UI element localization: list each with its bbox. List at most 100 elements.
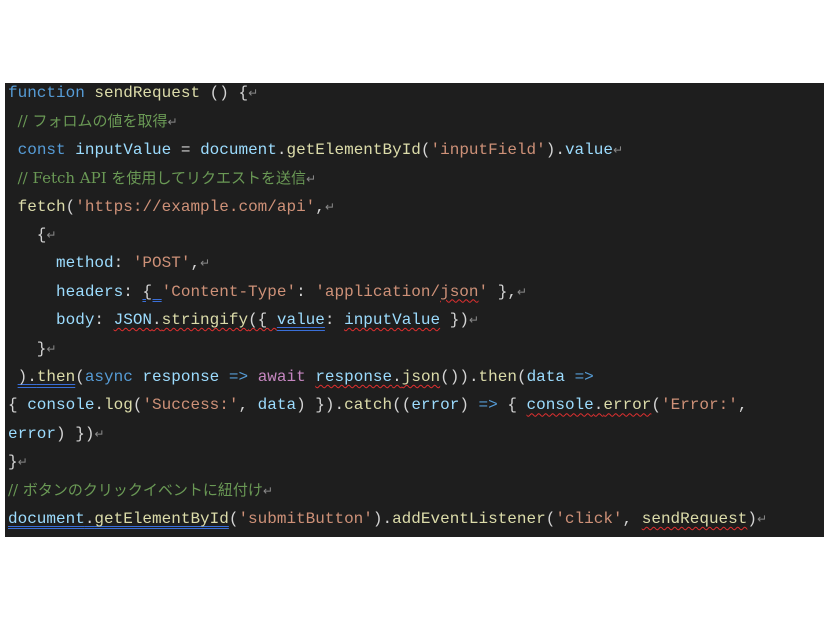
code-token: ). [17, 367, 37, 386]
code-token: body [56, 311, 95, 330]
code-token: ( [228, 509, 239, 528]
code-token: : [296, 282, 316, 301]
code-token: console [526, 396, 594, 415]
code-token: . [593, 396, 604, 415]
paragraph-return-icon: ↵ [612, 142, 624, 157]
code-line: // ボタンのクリックイベントに紐付け↵ [8, 476, 767, 504]
code-token: ()). [440, 367, 479, 386]
code-token: 'Content-Type' [161, 282, 297, 301]
code-token: 'Error:' [661, 396, 738, 415]
code-token: 'submitButton' [238, 509, 373, 528]
code-line: ).then ( async response => await response.… [8, 363, 767, 391]
code-token: , [737, 396, 748, 415]
code-token: document [200, 140, 277, 159]
code-token: addEventListener [392, 509, 546, 528]
paragraph-return-icon: ↵ [200, 256, 211, 271]
code-token: ( [545, 509, 556, 528]
paragraph-return-icon: ↵ [46, 227, 57, 242]
code-token: } [8, 453, 18, 472]
code-token: ( [65, 197, 76, 216]
code-token: headers [56, 282, 124, 301]
code-token: await [257, 367, 306, 386]
code-line: {↵ [8, 221, 767, 249]
code-token: then [36, 367, 76, 386]
code-token: // フォロムの値を取得 [17, 112, 168, 131]
code-token: . [392, 367, 402, 386]
code-token: method [56, 254, 114, 273]
paragraph-return-icon: ↵ [516, 284, 527, 299]
code-token: ({ [248, 311, 277, 330]
code-token: => [228, 367, 249, 386]
code-token: json [440, 282, 479, 301]
code-token: // Fetch API を使用してリクエストを送信 [17, 169, 306, 188]
code-token: ) [747, 509, 757, 528]
code-token: getElementById [286, 140, 421, 159]
code-token: data [526, 367, 565, 386]
code-token: 'POST' [132, 254, 191, 273]
code-token: , [238, 396, 258, 415]
code-token: inputValue [75, 140, 172, 159]
code-token: // ボタンのクリックイベントに紐付け [8, 481, 263, 500]
code-token: fetch [17, 197, 66, 216]
code-token: const [17, 140, 66, 159]
code-line: }↵ [8, 448, 767, 476]
code-line: headers: { 'Content-Type': 'application/… [8, 278, 767, 306]
code-lines: function sendRequest () {↵ // フォロムの値を取得↵… [8, 83, 767, 533]
code-token: 'Success:' [142, 396, 239, 415]
code-line: const inputValue = document.getElementBy… [8, 136, 767, 164]
code-token: }, [488, 282, 517, 301]
code-token: . [152, 311, 162, 330]
code-token: ) [459, 396, 479, 415]
paragraph-return-icon: ↵ [248, 86, 259, 100]
code-token: ( [516, 367, 527, 386]
code-token: (( [392, 396, 412, 415]
code-token: 'https://example.com/api' [75, 197, 316, 216]
code-token: . [84, 509, 95, 528]
code-token: console [27, 396, 95, 415]
code-token: ( [132, 396, 143, 415]
code-token: async [84, 367, 133, 386]
code-token: JSON [113, 311, 153, 330]
code-token: { [497, 396, 527, 415]
code-token: log [104, 396, 133, 415]
code-line: method: 'POST',↵ [8, 249, 767, 277]
paragraph-return-icon: ↵ [167, 115, 178, 130]
paragraph-return-icon: ↵ [46, 341, 57, 356]
code-token: => [574, 367, 594, 386]
code-token: response [142, 367, 220, 386]
code-token: json [401, 367, 441, 386]
code-line: document.getElementById('submitButton').… [8, 505, 767, 533]
code-token: { [142, 282, 162, 301]
code-line: fetch('https://example.com/api',↵ [8, 193, 767, 221]
code-token: : [324, 311, 345, 330]
paragraph-return-icon: ↵ [305, 172, 317, 187]
code-line: body: JSON.stringify({ value: inputValue… [8, 306, 767, 334]
code-token: : [113, 254, 133, 273]
paragraph-return-icon: ↵ [17, 455, 28, 470]
code-token: } [8, 339, 47, 358]
code-token: response [315, 367, 393, 386]
code-token: }) [440, 311, 469, 330]
code-token: { [8, 225, 47, 244]
paragraph-return-icon: ↵ [262, 484, 273, 499]
code-token: , [190, 254, 201, 273]
code-token: stringify [161, 311, 249, 330]
code-token: ). [545, 140, 565, 159]
code-token: sendRequest [94, 84, 201, 102]
code-token: () { [200, 84, 249, 102]
code-block: function sendRequest () {↵ // フォロムの値を取得↵… [5, 83, 824, 537]
code-token: value [276, 311, 325, 330]
code-token: document [8, 509, 85, 528]
code-token: ' [478, 282, 489, 301]
code-token: 'inputField' [430, 140, 546, 159]
